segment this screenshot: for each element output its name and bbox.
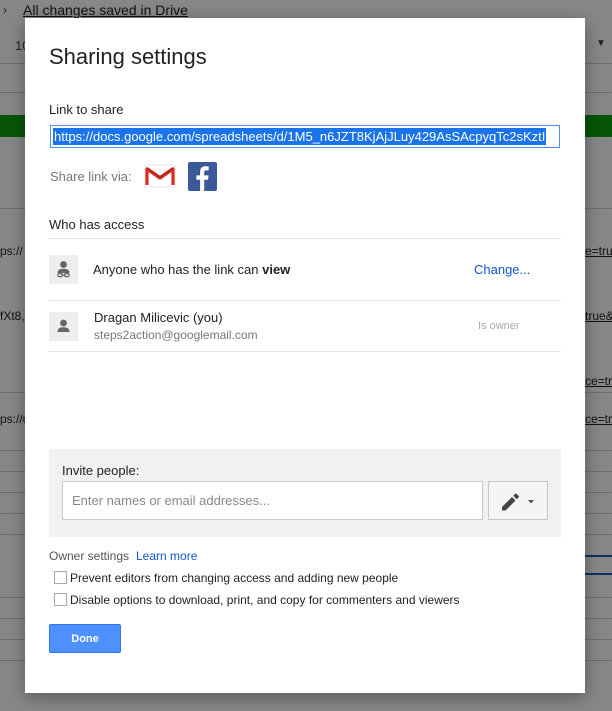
permission-dropdown-button[interactable]: [488, 481, 548, 520]
link-access-text: Anyone who has the link can: [93, 262, 263, 277]
prevent-editors-label[interactable]: Prevent editors from changing access and…: [70, 571, 398, 585]
prevent-editors-checkbox[interactable]: [54, 571, 67, 584]
person-icon: [49, 312, 78, 341]
learn-more-link[interactable]: Learn more: [136, 549, 197, 563]
facebook-icon[interactable]: [188, 162, 217, 191]
invite-people-label: Invite people:: [62, 463, 140, 478]
owner-settings-label: Owner settings: [49, 549, 130, 563]
disable-download-label[interactable]: Disable options to download, print, and …: [70, 593, 460, 607]
disable-download-checkbox[interactable]: [54, 593, 67, 606]
gmail-icon[interactable]: [144, 163, 176, 189]
link-person-icon: [49, 255, 78, 284]
link-access-description: Anyone who has the link can view: [93, 262, 290, 277]
done-button[interactable]: Done: [49, 624, 121, 653]
sharing-settings-dialog: Sharing settings Link to share https://d…: [25, 18, 585, 693]
share-link-url[interactable]: https://docs.google.com/spreadsheets/d/1…: [53, 128, 547, 145]
divider: [49, 300, 561, 301]
invite-panel: Invite people:: [49, 449, 561, 537]
who-has-access-label: Who has access: [49, 217, 145, 232]
change-access-link[interactable]: Change...: [474, 262, 530, 277]
divider: [49, 351, 561, 352]
owner-email: steps2action@googlemail.com: [94, 328, 258, 342]
dialog-title: Sharing settings: [49, 44, 207, 69]
share-via-label: Share link via:: [50, 169, 132, 184]
owner-role: Is owner: [478, 320, 520, 332]
invite-people-input[interactable]: [62, 481, 483, 520]
owner-name: Dragan Milicevic (you): [94, 310, 223, 325]
divider: [49, 238, 561, 239]
pencil-icon: [502, 493, 534, 511]
link-access-level: view: [262, 262, 291, 277]
link-to-share-label: Link to share: [49, 102, 124, 117]
share-link-field[interactable]: https://docs.google.com/spreadsheets/d/1…: [50, 125, 560, 148]
